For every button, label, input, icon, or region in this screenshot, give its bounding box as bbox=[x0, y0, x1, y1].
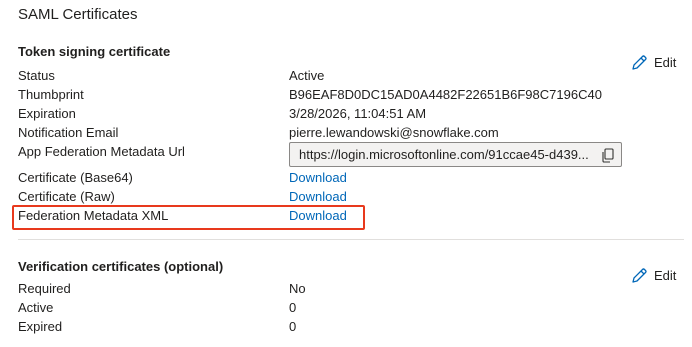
thumbprint-label: Thumbprint bbox=[18, 87, 84, 102]
expired-label: Expired bbox=[18, 319, 63, 334]
section-title: SAML Certificates bbox=[18, 6, 138, 23]
metadata-url-value: https://login.microsoftonline.com/91ccae… bbox=[299, 147, 589, 162]
expiration-row: Expiration 3/28/2026, 11:04:51 AM bbox=[18, 104, 638, 123]
active-label: Active bbox=[18, 300, 54, 315]
edit-label: Edit bbox=[654, 268, 677, 283]
cert-base64-download-link[interactable]: Download bbox=[289, 168, 347, 187]
copy-button[interactable] bbox=[599, 146, 617, 164]
thumbprint-row: Thumbprint B96EAF8D0DC15AD0A4482F22651B6… bbox=[18, 85, 638, 104]
required-label: Required bbox=[18, 281, 71, 296]
metadata-url-label: App Federation Metadata Url bbox=[18, 144, 185, 159]
required-value: No bbox=[289, 281, 306, 296]
edit-label: Edit bbox=[654, 55, 677, 70]
active-value: 0 bbox=[289, 300, 297, 315]
saml-certificates-panel: SAML Certificates Token signing certific… bbox=[0, 0, 692, 347]
notification-email-label: Notification Email bbox=[18, 125, 119, 140]
expired-value: 0 bbox=[289, 319, 297, 334]
cert-base64-row: Certificate (Base64) Download bbox=[18, 168, 638, 187]
expired-row: Expired 0 bbox=[18, 317, 638, 336]
cert-raw-row: Certificate (Raw) Download bbox=[18, 187, 638, 206]
notification-email-row: Notification Email pierre.lewandowski@sn… bbox=[18, 123, 638, 142]
metadata-url-field[interactable]: https://login.microsoftonline.com/91ccae… bbox=[289, 142, 622, 167]
expiration-label: Expiration bbox=[18, 106, 76, 121]
notification-email-value: pierre.lewandowski@snowflake.com bbox=[289, 125, 499, 140]
required-row: Required No bbox=[18, 279, 638, 298]
verification-heading: Verification certificates (optional) bbox=[18, 259, 224, 274]
token-signing-edit-button[interactable]: Edit bbox=[630, 52, 690, 74]
copy-icon bbox=[602, 148, 614, 163]
expiration-value: 3/28/2026, 11:04:51 AM bbox=[289, 106, 427, 121]
token-signing-heading: Token signing certificate bbox=[18, 44, 171, 59]
active-row: Active 0 bbox=[18, 298, 638, 317]
status-row: Status Active bbox=[18, 66, 638, 85]
section-divider bbox=[18, 239, 684, 240]
verification-edit-button[interactable]: Edit bbox=[630, 265, 690, 287]
status-label: Status bbox=[18, 68, 55, 83]
cert-raw-label: Certificate (Raw) bbox=[18, 189, 115, 204]
highlight-box bbox=[12, 205, 365, 230]
thumbprint-value: B96EAF8D0DC15AD0A4482F22651B6F98C7196C40 bbox=[289, 87, 602, 102]
status-value: Active bbox=[289, 68, 325, 83]
cert-base64-label: Certificate (Base64) bbox=[18, 170, 133, 185]
cert-raw-download-link[interactable]: Download bbox=[289, 187, 347, 206]
